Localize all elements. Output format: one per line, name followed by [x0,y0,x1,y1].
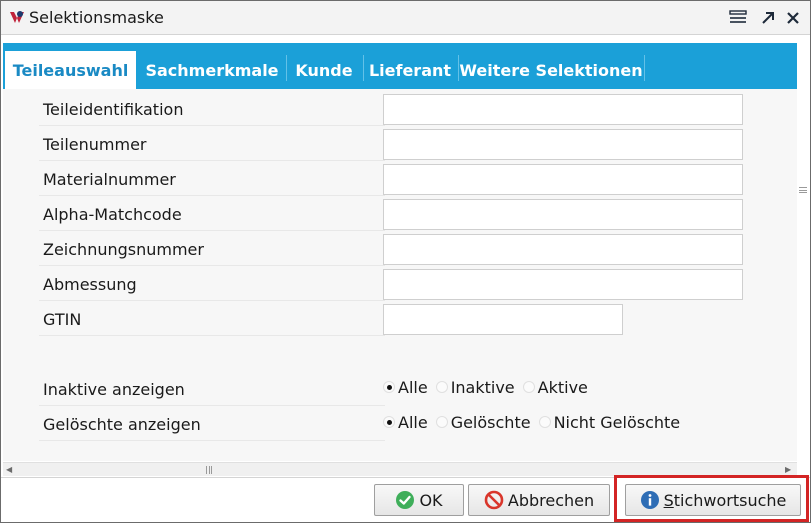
radio-inaktive-inaktive[interactable]: Inaktive [435,377,515,397]
radio-dot [435,381,448,393]
close-icon [787,12,799,24]
label-teilenummer: Teilenummer [39,128,385,161]
tab-separator [644,55,645,81]
ok-button-label: OK [419,490,443,510]
materialnummer-input[interactable] [383,164,743,195]
tab-bar: Teileauswahl Sachmerkmale Kunde Lieferan… [3,43,797,89]
maximize-button[interactable] [758,8,778,28]
radio-inaktive-aktive[interactable]: Aktive [522,377,588,397]
vertical-scrollbar[interactable] [797,43,810,461]
horizontal-scrollbar[interactable]: ◀ ▶ [3,462,797,476]
no-entry-icon [484,490,504,510]
alpha-matchcode-input[interactable] [383,199,743,230]
radio-label: Gelöschte [450,412,531,432]
zeichnungsnummer-input[interactable] [383,234,743,265]
scroll-right-icon[interactable]: ▶ [785,465,791,474]
abmessung-input[interactable] [383,269,743,300]
radio-dot [538,416,551,428]
radio-geloeschte-alle[interactable]: Alle [383,413,428,432]
tab-weitere-selektionen[interactable]: Weitere Selektionen [459,51,642,89]
cancel-button-label: Abbrechen [507,490,595,510]
close-button[interactable] [783,8,803,28]
radio-dot [435,416,448,428]
window-title: Selektionsmaske [29,8,164,27]
app-logo-icon [10,11,24,23]
menu-icon [729,10,747,23]
title-bar: Selektionsmaske [1,1,810,35]
radio-label: Nicht Gelöschte [553,412,681,432]
label-zeichnungsnummer: Zeichnungsnummer [39,233,385,266]
radio-label: Aktive [537,377,588,397]
label-materialnummer: Materialnummer [39,163,385,196]
menu-button[interactable] [728,8,748,28]
radio-label: Alle [398,412,428,432]
check-circle-icon [396,491,415,509]
keyword-search-label: Stichwortsuche [664,491,787,510]
tab-lieferant[interactable]: Lieferant [366,51,454,89]
label-inaktive-anzeigen: Inaktive anzeigen [39,373,385,406]
tab-separator [286,55,287,81]
label-abmessung: Abmessung [39,268,385,301]
selection-dialog: Selektionsmaske Teileauswahl Sachmerkmal… [0,0,811,523]
radio-dot [383,416,395,428]
keyword-search-button[interactable]: Stichwortsuche [625,484,801,516]
tab-kunde[interactable]: Kunde [289,51,359,89]
ok-button[interactable]: OK [374,484,464,516]
radio-label: Inaktive [450,377,515,397]
radio-inaktive-alle[interactable]: Alle [383,378,428,397]
gtin-input[interactable] [383,304,623,335]
radio-geloeschte-geloeschte[interactable]: Gelöschte [435,412,531,432]
inaktive-radio-group: Alle Inaktive Aktive [383,375,596,399]
teilenummer-input[interactable] [383,129,743,160]
maximize-arrow-icon [762,12,774,24]
teileidentifikation-input[interactable] [383,94,743,125]
tab-separator [363,55,364,81]
tab-teileauswahl[interactable]: Teileauswahl [5,51,136,89]
scroll-grip-icon [206,466,212,474]
keyword-search-label-rest: tichwortsuche [673,490,787,510]
scroll-grip-icon [799,187,807,193]
keyword-search-accesskey: S [663,490,674,510]
radio-dot [522,381,535,393]
cancel-button[interactable]: Abbrechen [468,484,610,516]
radio-dot [383,381,395,393]
geloeschte-radio-group: Alle Gelöschte Nicht Gelöschte [383,410,688,434]
radio-geloeschte-nicht-geloeschte[interactable]: Nicht Gelöschte [538,412,681,432]
form-area: Teileidentifikation Teilenummer Material… [3,89,797,461]
label-gtin: GTIN [39,303,385,336]
info-circle-icon [640,491,659,509]
label-teileidentifikation: Teileidentifikation [39,93,385,126]
tab-sachmerkmale[interactable]: Sachmerkmale [142,51,282,89]
scroll-left-icon[interactable]: ◀ [6,465,12,474]
radio-label: Alle [398,377,428,397]
label-geloeschte-anzeigen: Gelöschte anzeigen [39,408,385,441]
label-alpha-matchcode: Alpha-Matchcode [39,198,385,231]
